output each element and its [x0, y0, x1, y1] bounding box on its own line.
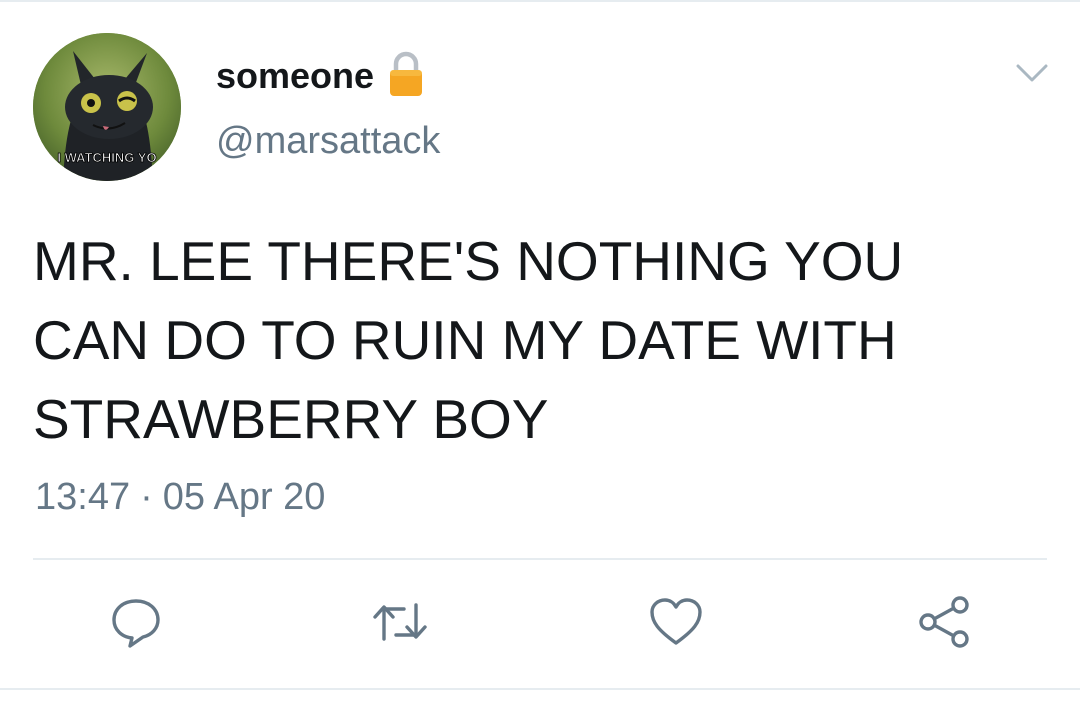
like-button[interactable]	[648, 594, 704, 650]
retweet-icon	[370, 595, 430, 649]
action-divider	[33, 558, 1047, 560]
avatar-caption: I WATCHING YO	[57, 150, 157, 166]
share-button[interactable]	[916, 594, 972, 650]
tweet-text: MR. LEE THERE'S NOTHING YOU CAN DO TO RU…	[33, 230, 904, 450]
timestamp[interactable]: 13:47 · 05 Apr 20	[35, 476, 325, 519]
user-name-row: someone	[216, 51, 424, 100]
comment-icon	[109, 595, 163, 649]
tweet-detail-view: I WATCHING YO someone @marsattack MR. LE…	[0, 0, 1080, 707]
retweet-button[interactable]	[372, 594, 428, 650]
tweet-date: 05 Apr 20	[162, 476, 326, 518]
bottom-divider	[0, 688, 1080, 690]
chevron-down-icon[interactable]	[1014, 58, 1050, 88]
lock-icon	[388, 51, 424, 97]
avatar[interactable]: I WATCHING YO	[33, 33, 181, 181]
top-divider	[0, 0, 1080, 2]
share-icon	[916, 594, 972, 650]
avatar-caption-text: I WATCHING YO	[57, 150, 156, 165]
timestamp-separator: ·	[140, 476, 153, 518]
reply-button[interactable]	[108, 594, 164, 650]
tweet-time: 13:47	[35, 476, 131, 518]
avatar-image: I WATCHING YO	[33, 33, 181, 181]
user-handle[interactable]: @marsattack	[216, 120, 440, 163]
display-name[interactable]: someone	[216, 55, 374, 97]
heart-icon	[648, 596, 704, 648]
